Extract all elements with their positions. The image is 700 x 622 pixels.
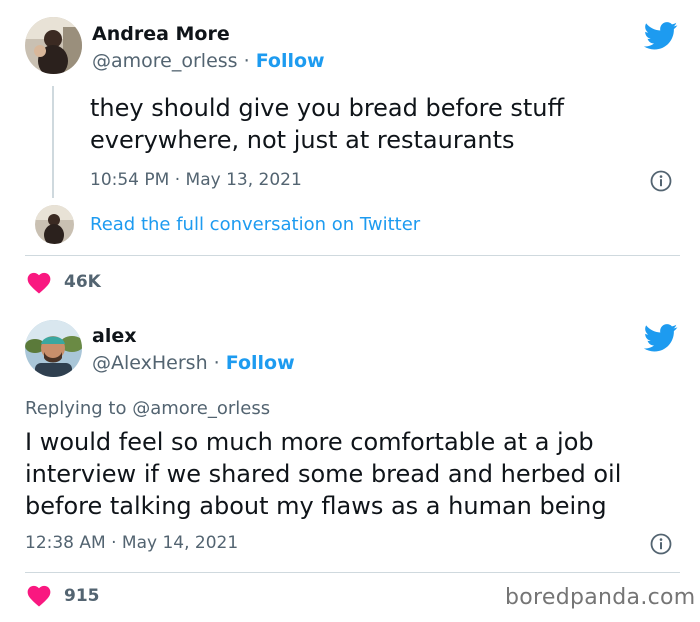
read-conversation-link[interactable]: Read the full conversation on Twitter <box>90 214 420 235</box>
author-handle[interactable]: @amore_orless <box>92 50 238 72</box>
like-count: 915 <box>64 586 100 606</box>
tweet-text: I would feel so much more comfortable at… <box>25 426 621 522</box>
tweet-text-line: before talking about my flaws as a human… <box>25 492 607 520</box>
author-name[interactable]: Andrea More <box>92 23 230 45</box>
reply-prefix: Replying to <box>25 398 133 419</box>
heart-icon[interactable] <box>26 270 52 294</box>
twitter-bird-icon[interactable] <box>644 324 678 352</box>
tweet-text-line: everywhere, not just at restaurants <box>90 126 515 154</box>
watermark: boredpanda.com <box>505 585 696 610</box>
heart-icon[interactable] <box>26 583 52 607</box>
tweet-text-line: interview if we shared some bread and he… <box>25 460 622 488</box>
tweet-text-line: I would feel so much more comfortable at… <box>25 428 594 456</box>
follow-button[interactable]: Follow <box>256 50 325 72</box>
reply-context: Replying to @amore_orless <box>25 398 270 419</box>
tweet-text: they should give you bread before stuff … <box>90 92 564 156</box>
divider <box>25 572 680 573</box>
info-icon[interactable] <box>650 533 672 555</box>
avatar[interactable] <box>25 320 82 377</box>
tweet-text-line: they should give you bread before stuff <box>90 94 565 122</box>
author-name[interactable]: alex <box>92 325 136 347</box>
author-handle[interactable]: @AlexHersh <box>92 352 208 374</box>
author-handle-row: @amore_orless · Follow <box>92 50 325 72</box>
separator: · <box>237 50 256 72</box>
follow-button[interactable]: Follow <box>226 352 295 374</box>
reply-handle-link[interactable]: @amore_orless <box>132 398 270 419</box>
separator: · <box>207 352 226 374</box>
tweet-timestamp[interactable]: 10:54 PM · May 13, 2021 <box>90 170 302 190</box>
avatar-small[interactable] <box>35 205 74 244</box>
tweet-card-2: alex @AlexHersh · Follow Replying to @am… <box>0 300 700 622</box>
tweet-card-1: Andrea More @amore_orless · Follow they … <box>0 0 700 301</box>
tweet-timestamp[interactable]: 12:38 AM · May 14, 2021 <box>25 533 238 553</box>
twitter-bird-icon[interactable] <box>644 22 678 50</box>
avatar[interactable] <box>25 17 82 74</box>
info-icon[interactable] <box>650 170 672 192</box>
divider <box>25 255 680 256</box>
like-count: 46K <box>64 272 101 292</box>
author-handle-row: @AlexHersh · Follow <box>92 352 295 374</box>
thread-line <box>52 86 54 198</box>
